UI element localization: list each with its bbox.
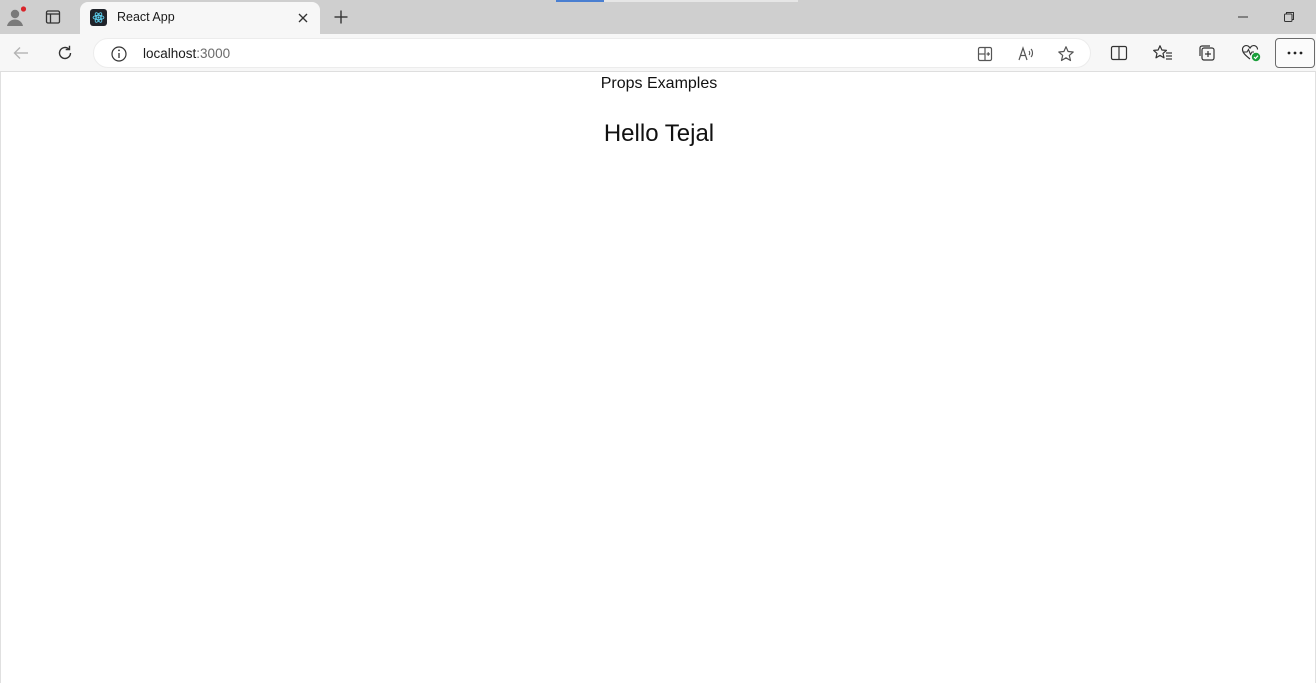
- address-bar[interactable]: localhost:3000: [93, 38, 1091, 68]
- greeting-heading: Hello Tejal: [603, 120, 715, 147]
- loading-indicator: [556, 0, 604, 2]
- back-arrow-icon[interactable]: [10, 42, 32, 64]
- favorites-icon[interactable]: [1152, 42, 1174, 64]
- browser-tab-active[interactable]: React App: [80, 2, 320, 34]
- heart-pulse-icon[interactable]: [1240, 42, 1262, 64]
- url-text[interactable]: localhost:3000: [143, 46, 230, 61]
- profile-icon[interactable]: [4, 5, 28, 29]
- split-screen-icon[interactable]: [1108, 42, 1130, 64]
- read-aloud-icon[interactable]: [1016, 44, 1036, 64]
- minimize-icon[interactable]: [1232, 6, 1254, 28]
- restore-icon[interactable]: [1278, 6, 1300, 28]
- url-host: localhost: [143, 46, 197, 61]
- url-port: :3000: [196, 46, 231, 61]
- star-icon[interactable]: [1056, 44, 1076, 64]
- close-icon[interactable]: [295, 10, 311, 26]
- info-icon[interactable]: [110, 45, 128, 63]
- page-viewport: Props Examples Hello Tejal: [0, 72, 1316, 683]
- plus-icon[interactable]: [330, 6, 352, 28]
- more-icon[interactable]: [1275, 38, 1315, 68]
- reload-icon[interactable]: [54, 42, 76, 64]
- page-heading: Props Examples: [600, 75, 718, 92]
- app-available-icon[interactable]: [975, 44, 995, 64]
- collections-icon[interactable]: [1196, 42, 1218, 64]
- react-logo-icon: [90, 9, 107, 26]
- tab-actions-icon[interactable]: [42, 6, 64, 28]
- tab-title: React App: [117, 10, 175, 24]
